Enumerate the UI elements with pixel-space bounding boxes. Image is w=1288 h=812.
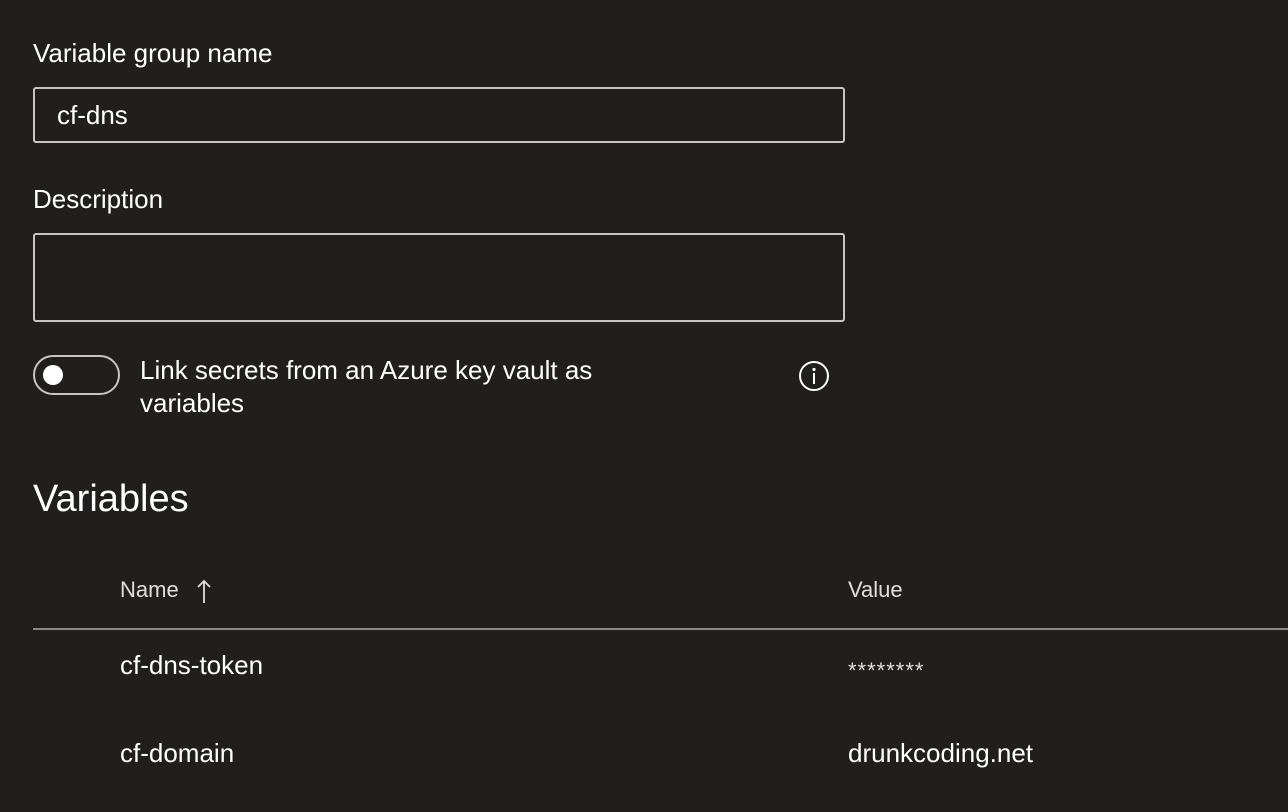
- variable-group-name-input[interactable]: [33, 87, 845, 143]
- column-header-value[interactable]: Value: [848, 577, 903, 603]
- keyvault-toggle-label: Link secrets from an Azure key vault as …: [140, 355, 593, 418]
- description-input[interactable]: [33, 233, 845, 322]
- variable-group-name-label: Variable group name: [33, 38, 273, 68]
- toggle-knob: [43, 365, 63, 385]
- variable-value-cell: ********: [848, 658, 925, 683]
- column-header-name[interactable]: Name: [120, 577, 179, 603]
- variable-name-cell: cf-domain: [120, 738, 235, 768]
- table-row[interactable]: cf-dns-token ********: [33, 630, 1288, 718]
- variable-value-cell: drunkcoding.net: [848, 738, 1034, 768]
- variable-name-cell: cf-dns-token: [120, 650, 264, 680]
- arrow-up-icon[interactable]: [194, 578, 214, 604]
- description-label: Description: [33, 184, 164, 214]
- variables-section-title: Variables: [33, 478, 189, 520]
- keyvault-toggle[interactable]: [33, 355, 120, 395]
- variable-group-panel: Variable group name Description Link sec…: [0, 0, 1288, 812]
- info-icon[interactable]: [798, 360, 830, 392]
- table-row[interactable]: cf-domain drunkcoding.net: [33, 718, 1288, 806]
